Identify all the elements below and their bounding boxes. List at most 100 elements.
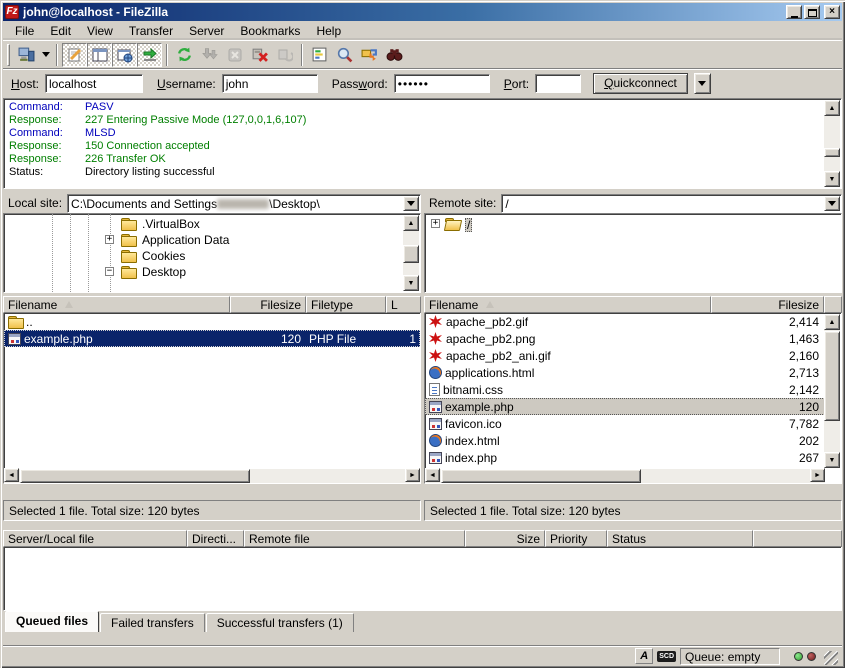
menu-bookmarks[interactable]: Bookmarks: [232, 22, 308, 40]
menu-transfer[interactable]: Transfer: [121, 22, 181, 40]
menu-help[interactable]: Help: [308, 22, 349, 40]
scroll-down-button[interactable]: ▼: [403, 275, 419, 291]
column-header-filesize[interactable]: Filesize: [711, 296, 824, 313]
quickconnect-dropdown[interactable]: [694, 73, 711, 94]
file-row[interactable]: favicon.ico 7,782: [425, 415, 825, 432]
tab-queued-files[interactable]: Queued files: [5, 611, 99, 632]
file-row[interactable]: apache_pb2_ani.gif 2,160: [425, 347, 825, 364]
tree-item-desktop[interactable]: − Desktop: [4, 264, 402, 280]
toggle-queue-button[interactable]: [137, 43, 162, 67]
scroll-right-button[interactable]: ►: [810, 468, 825, 482]
file-row[interactable]: applications.html 2,713: [425, 364, 825, 381]
scroll-left-button[interactable]: ◄: [4, 468, 19, 482]
scroll-down-button[interactable]: ▼: [824, 452, 840, 468]
host-input[interactable]: localhost: [45, 74, 143, 93]
scd-indicator-icon[interactable]: SCD: [657, 651, 676, 662]
remote-list-hscrollbar[interactable]: ◄ ►: [425, 469, 825, 483]
column-header-remote-file[interactable]: Remote file: [244, 530, 465, 547]
column-header-server-local-file[interactable]: Server/Local file: [3, 530, 187, 547]
column-header-filetype[interactable]: Filetype: [306, 296, 386, 313]
column-header-last-modified[interactable]: L: [386, 296, 421, 313]
menu-edit[interactable]: Edit: [42, 22, 79, 40]
local-path-dropdown[interactable]: [403, 196, 419, 211]
refresh-button[interactable]: [172, 43, 197, 67]
tree-item-cookies[interactable]: Cookies: [4, 248, 402, 264]
disconnect-button[interactable]: [247, 43, 272, 67]
scrollbar-thumb[interactable]: [441, 469, 641, 483]
scroll-right-button[interactable]: ►: [405, 468, 420, 482]
toggle-message-log-button[interactable]: [62, 43, 87, 67]
scroll-down-button[interactable]: ▼: [824, 171, 840, 187]
file-row-parent[interactable]: ..: [4, 313, 420, 330]
collapse-minus-icon[interactable]: −: [105, 267, 114, 276]
column-header-priority[interactable]: Priority: [545, 530, 607, 547]
scroll-left-button[interactable]: ◄: [425, 468, 440, 482]
scrollbar-thumb[interactable]: [824, 148, 840, 157]
tab-failed-transfers[interactable]: Failed transfers: [100, 613, 205, 632]
cancel-button[interactable]: [222, 43, 247, 67]
column-header-filename[interactable]: Filename: [3, 296, 230, 313]
column-header-status[interactable]: Status: [607, 530, 753, 547]
tree-item-root[interactable]: + /: [425, 217, 841, 233]
file-row[interactable]: apache_pb2.png 1,463: [425, 330, 825, 347]
scroll-up-button[interactable]: ▲: [403, 215, 419, 231]
resize-grip[interactable]: [824, 651, 838, 665]
maximize-icon: [808, 9, 817, 17]
scrollbar-thumb[interactable]: [824, 331, 840, 421]
remote-path-combobox[interactable]: /: [501, 194, 842, 213]
tab-successful-transfers[interactable]: Successful transfers (1): [206, 613, 354, 632]
column-header-direction[interactable]: Directi...: [187, 530, 244, 547]
site-manager-button[interactable]: [14, 43, 39, 67]
column-header-size[interactable]: Size: [465, 530, 545, 547]
tree-item-virtualbox[interactable]: .VirtualBox: [4, 216, 402, 232]
file-row-selected[interactable]: example.php 120: [425, 398, 825, 415]
tree-item-application-data[interactable]: + Application Data: [4, 232, 402, 248]
synchronized-browsing-button[interactable]: [357, 43, 382, 67]
scroll-up-button[interactable]: ▲: [824, 100, 840, 116]
find-files-button[interactable]: [382, 43, 407, 67]
file-row[interactable]: index.php 267: [425, 449, 825, 466]
file-row[interactable]: bitnami.css 2,142: [425, 381, 825, 398]
username-input[interactable]: john: [222, 74, 318, 93]
scrollbar-thumb[interactable]: [403, 245, 419, 263]
reconnect-button[interactable]: [272, 43, 297, 67]
remote-list-vscrollbar[interactable]: ▲ ▼: [824, 314, 840, 468]
local-path-combobox[interactable]: C:\Documents and Settings\Desktop\: [67, 194, 421, 213]
column-header-filename[interactable]: Filename: [424, 296, 711, 313]
file-row[interactable]: index.html 202: [425, 432, 825, 449]
filter-button[interactable]: [307, 43, 332, 67]
maximize-button[interactable]: [804, 5, 820, 19]
transfer-queue-list[interactable]: [3, 547, 842, 611]
file-row-example-php[interactable]: example.php 120 PHP File 1: [4, 330, 420, 347]
transfer-type-indicator[interactable]: A: [635, 648, 653, 664]
file-row[interactable]: apache_pb2.gif 2,414: [425, 313, 825, 330]
minimize-button[interactable]: [786, 5, 802, 19]
scrollbar-thumb[interactable]: [20, 469, 250, 483]
transfer-queue-icon: [142, 47, 158, 63]
expand-plus-icon[interactable]: +: [431, 219, 440, 228]
process-queue-button[interactable]: [197, 43, 222, 67]
menu-file[interactable]: File: [7, 22, 42, 40]
local-file-list: .. example.php 120 PHP File 1 ◄ ►: [3, 313, 421, 484]
quickconnect-bar: Host: localhost Username: john Password:…: [3, 68, 842, 98]
toolbar-grip[interactable]: [7, 44, 10, 66]
column-header-filesize[interactable]: Filesize: [230, 296, 306, 313]
remote-path-dropdown[interactable]: [824, 196, 840, 211]
log-scrollbar[interactable]: ▲ ▼: [824, 100, 840, 187]
log-line: Command:PASV: [6, 101, 823, 114]
password-input[interactable]: ••••••: [394, 74, 490, 93]
toggle-remote-tree-button[interactable]: [112, 43, 137, 67]
local-list-hscrollbar[interactable]: ◄ ►: [4, 469, 420, 483]
toggle-local-tree-button[interactable]: [87, 43, 112, 67]
port-input[interactable]: [535, 74, 581, 93]
directory-comparison-button[interactable]: [332, 43, 357, 67]
quickconnect-button[interactable]: Quickconnect: [593, 73, 688, 94]
site-manager-dropdown[interactable]: [39, 43, 52, 67]
menu-view[interactable]: View: [79, 22, 121, 40]
menu-server[interactable]: Server: [181, 22, 232, 40]
local-tree-icon: [92, 47, 108, 63]
scroll-up-button[interactable]: ▲: [824, 314, 840, 330]
local-tree-scrollbar[interactable]: ▲ ▼: [403, 215, 419, 291]
expand-plus-icon[interactable]: +: [105, 235, 114, 244]
close-button[interactable]: ×: [824, 5, 840, 19]
